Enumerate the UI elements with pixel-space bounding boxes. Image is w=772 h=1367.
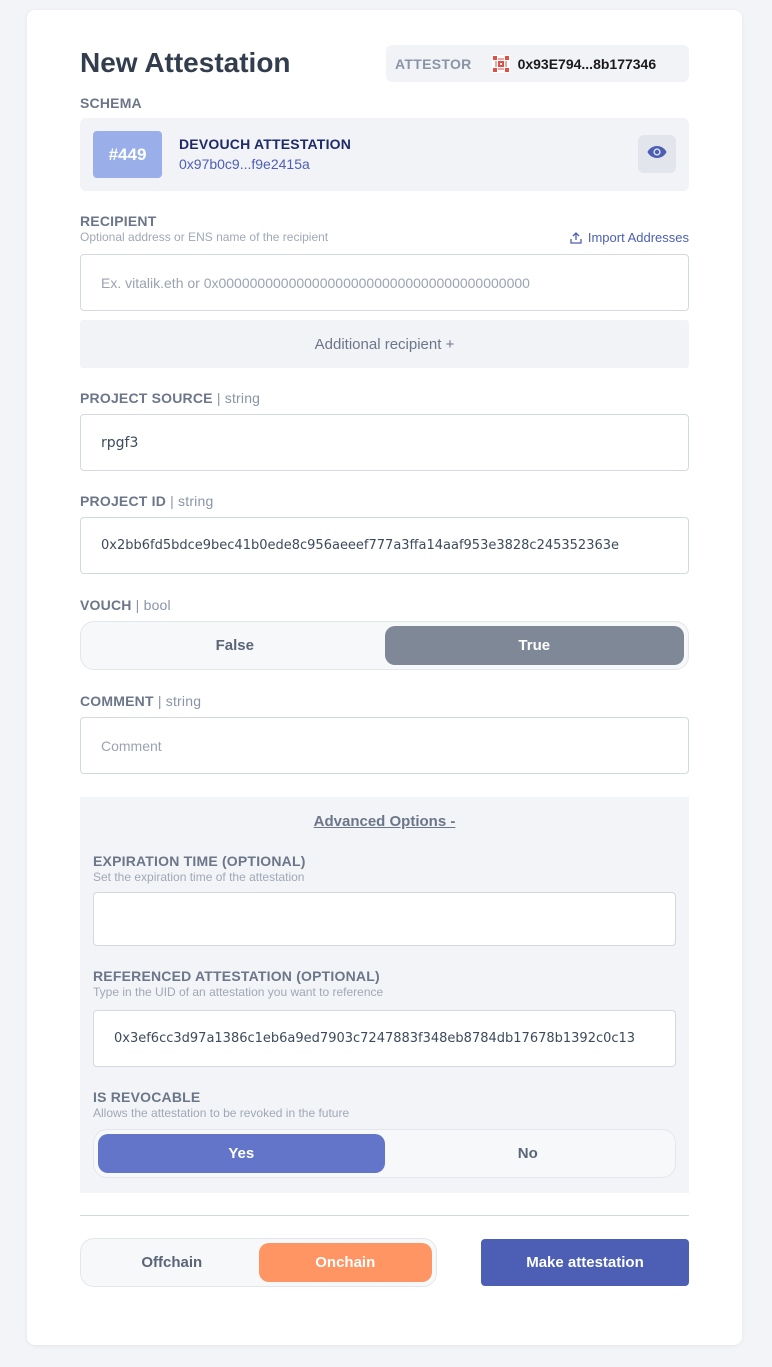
recipient-input[interactable]: Ex. vitalik.eth or 0x0000000000000000000… xyxy=(80,254,689,311)
advanced-options-panel: Advanced Options - EXPIRATION TIME (OPTI… xyxy=(80,797,689,1193)
vouch-toggle[interactable]: False True xyxy=(80,621,689,670)
additional-recipient-button[interactable]: Additional recipient + xyxy=(80,320,689,368)
attestation-card: New Attestation ATTESTOR 0x93E794...8b17… xyxy=(27,10,742,1345)
expiration-label: EXPIRATION TIME (OPTIONAL) xyxy=(93,853,306,869)
recipient-label: RECIPIENT xyxy=(80,213,157,229)
vouch-false-option[interactable]: False xyxy=(85,626,385,665)
page-title: New Attestation xyxy=(80,47,291,78)
vouch-label: VOUCH | bool xyxy=(80,597,171,613)
vouch-type: | bool xyxy=(135,597,171,613)
comment-type: | string xyxy=(157,693,202,709)
project-id-label: PROJECT ID | string xyxy=(80,493,213,509)
vouch-label-text: VOUCH xyxy=(80,597,132,613)
vouch-true-option[interactable]: True xyxy=(384,626,684,665)
project-source-input[interactable]: rpgf3 xyxy=(80,414,689,471)
onchain-option[interactable]: Onchain xyxy=(258,1243,432,1282)
expiration-input[interactable] xyxy=(93,892,676,946)
footer-divider xyxy=(80,1215,689,1216)
revocable-yes-option[interactable]: Yes xyxy=(98,1134,385,1173)
make-attestation-button[interactable]: Make attestation xyxy=(481,1239,689,1286)
schema-uid-link[interactable]: 0x97b0c9...f9e2415a xyxy=(179,156,310,172)
view-schema-button[interactable] xyxy=(638,135,676,173)
identicon-icon xyxy=(491,54,510,73)
project-id-input[interactable]: 0x2bb6fd5bdce9bec41b0ede8c956aeeef777a3f… xyxy=(80,517,689,574)
attestor-badge[interactable]: ATTESTOR 0x93E794...8b177346 xyxy=(386,45,689,82)
schema-name: DEVOUCH ATTESTATION xyxy=(179,136,352,152)
comment-label-text: COMMENT xyxy=(80,693,154,709)
referenced-label: REFERENCED ATTESTATION (OPTIONAL) xyxy=(93,968,380,984)
referenced-attestation-input[interactable]: 0x3ef6cc3d97a1386c1eb6a9ed7903c7247883f3… xyxy=(93,1010,676,1067)
project-id-label-text: PROJECT ID xyxy=(80,493,167,509)
project-source-label-text: PROJECT SOURCE xyxy=(80,390,213,406)
offchain-option[interactable]: Offchain xyxy=(85,1243,259,1282)
upload-icon xyxy=(570,231,582,244)
comment-label: COMMENT | string xyxy=(80,693,201,709)
revocable-toggle[interactable]: Yes No xyxy=(93,1129,676,1178)
eye-icon xyxy=(647,145,667,164)
recipient-sublabel: Optional address or ENS name of the reci… xyxy=(80,230,329,244)
expiration-sublabel: Set the expiration time of the attestati… xyxy=(93,870,305,884)
revocable-label-group: IS REVOCABLE Allows the attestation to b… xyxy=(93,1089,349,1120)
schema-number-badge: #449 xyxy=(93,131,162,178)
referenced-label-group: REFERENCED ATTESTATION (OPTIONAL) Type i… xyxy=(93,968,383,999)
comment-input[interactable]: Comment xyxy=(80,717,689,774)
chain-toggle[interactable]: Offchain Onchain xyxy=(80,1238,437,1287)
revocable-no-option[interactable]: No xyxy=(385,1134,672,1173)
project-source-type: | string xyxy=(216,390,261,406)
recipient-label-group: RECIPIENT Optional address or ENS name o… xyxy=(80,213,328,244)
import-addresses-link[interactable]: Import Addresses xyxy=(570,230,689,245)
project-source-label: PROJECT SOURCE | string xyxy=(80,390,260,406)
schema-card: #449 DEVOUCH ATTESTATION 0x97b0c9...f9e2… xyxy=(80,118,689,191)
revocable-sublabel: Allows the attestation to be revoked in … xyxy=(93,1106,350,1120)
project-id-type: | string xyxy=(170,493,214,509)
attestor-label: ATTESTOR xyxy=(395,55,472,72)
import-addresses-label: Import Addresses xyxy=(587,230,689,245)
referenced-sublabel: Type in the UID of an attestation you wa… xyxy=(93,985,384,999)
expiration-label-group: EXPIRATION TIME (OPTIONAL) Set the expir… xyxy=(93,853,306,884)
schema-label: SCHEMA xyxy=(80,95,142,111)
attestor-address: 0x93E794...8b177346 xyxy=(517,55,657,72)
revocable-label: IS REVOCABLE xyxy=(93,1089,201,1105)
advanced-options-toggle[interactable]: Advanced Options - xyxy=(80,813,689,830)
